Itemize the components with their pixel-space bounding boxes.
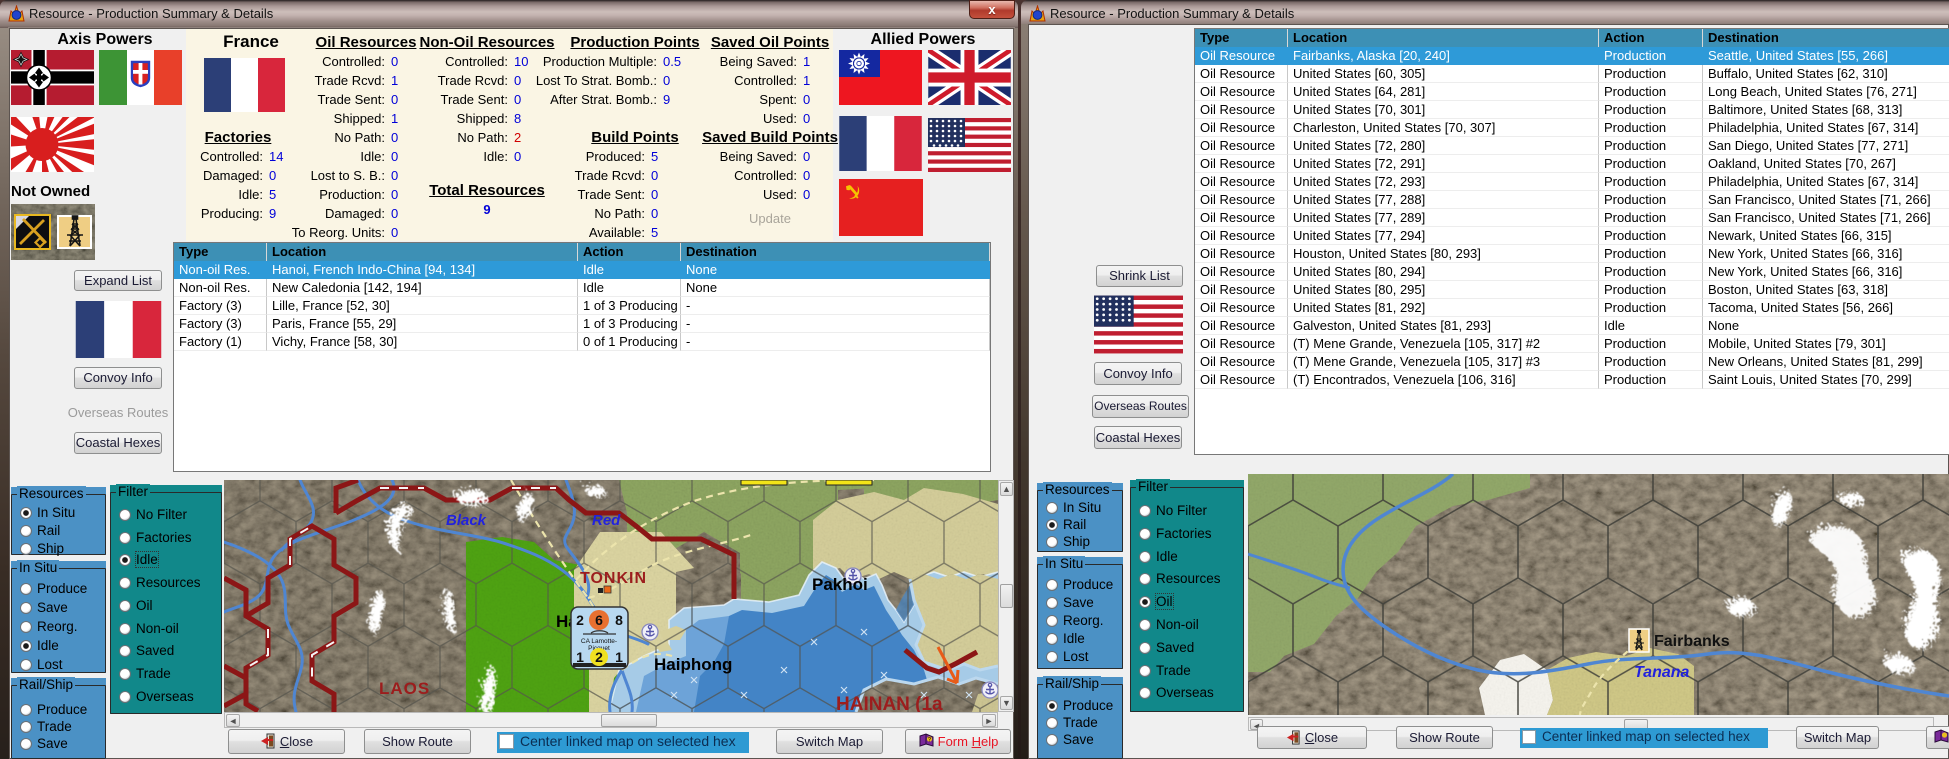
svg-text:?: ?: [927, 737, 931, 743]
svg-text:8: 8: [615, 612, 623, 628]
svg-text:Haiphong: Haiphong: [654, 655, 732, 674]
svg-text:TONKIN: TONKIN: [580, 570, 647, 587]
svg-text:6: 6: [595, 612, 603, 628]
svg-text:1: 1: [576, 649, 584, 665]
svg-text:Fairbanks: Fairbanks: [1654, 633, 1730, 650]
svg-text:1: 1: [615, 649, 623, 665]
svg-text:CA Lamotte-: CA Lamotte-: [581, 638, 617, 645]
svg-text:LAOS: LAOS: [379, 679, 430, 698]
svg-text:2: 2: [595, 649, 603, 665]
svg-text:Black: Black: [446, 512, 487, 529]
svg-text:Pakhoi: Pakhoi: [812, 575, 868, 594]
svg-text:HAINAN (1a: HAINAN (1a: [836, 694, 943, 712]
svg-text:Red: Red: [592, 512, 621, 529]
svg-text:2: 2: [576, 612, 584, 628]
svg-text:Tanana: Tanana: [1634, 664, 1690, 681]
